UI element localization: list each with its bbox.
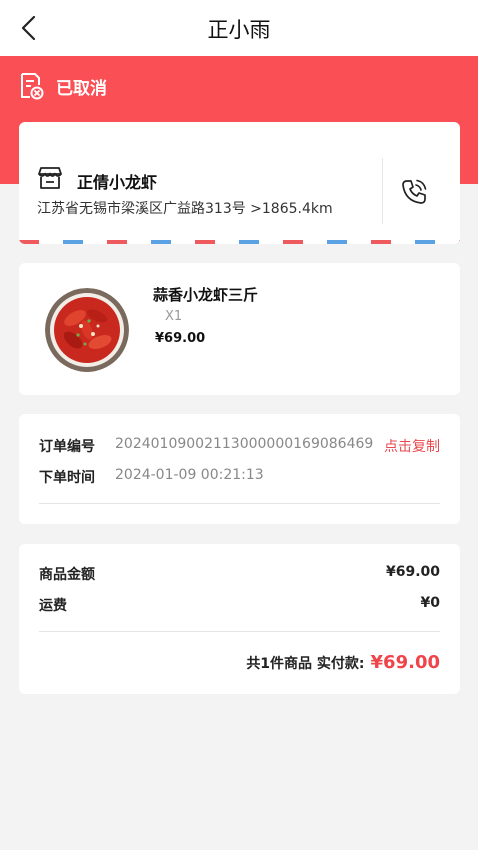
nav-bar: 正小雨 — [0, 0, 478, 56]
total-amount: ¥69.00 — [370, 652, 440, 673]
total-row: 共1件商品 实付款: ¥69.00 — [246, 652, 440, 673]
shop-card: 正倩小龙虾 江苏省无锡市梁溪区广益路313号 >1865.4km — [19, 122, 460, 244]
product-image — [45, 288, 129, 372]
shop-name[interactable]: 正倩小龙虾 — [77, 169, 157, 193]
airmail-border — [19, 240, 460, 244]
divider — [39, 631, 440, 632]
order-time-label: 下单时间 — [39, 470, 95, 486]
goods-amount-label: 商品金额 — [39, 567, 95, 583]
payment-summary-card: 商品金额 ¥69.00 运费 ¥0 共1件商品 实付款: ¥69.00 — [19, 544, 460, 694]
divider — [39, 503, 440, 504]
copy-order-number-button[interactable]: 点击复制 — [384, 436, 440, 456]
order-time-value: 2024-01-09 00:21:13 — [115, 467, 264, 483]
order-info-card: 订单编号 20240109002113000000169086469 点击复制 … — [19, 414, 460, 524]
goods-amount-value: ¥69.00 — [385, 564, 440, 580]
shipping-label: 运费 — [39, 598, 67, 614]
product-quantity: X1 — [165, 309, 183, 324]
phone-icon[interactable] — [399, 177, 429, 207]
divider — [382, 158, 383, 224]
store-icon — [38, 167, 62, 189]
page-title: 正小雨 — [207, 18, 271, 42]
shop-address[interactable]: 江苏省无锡市梁溪区广益路313号 >1865.4km — [37, 198, 333, 218]
shipping-value: ¥0 — [420, 595, 440, 611]
product-name: 蒜香小龙虾三斤 — [153, 286, 259, 304]
order-number-value: 20240109002113000000169086469 — [115, 436, 374, 452]
order-number-label: 订单编号 — [39, 439, 95, 455]
product-card[interactable]: 蒜香小龙虾三斤 X1 ¥69.00 — [19, 263, 460, 395]
cancelled-order-icon — [21, 73, 44, 100]
total-label: 共1件商品 实付款: — [246, 656, 365, 672]
order-status: 已取消 — [56, 79, 107, 99]
product-price: ¥69.00 — [155, 331, 206, 346]
